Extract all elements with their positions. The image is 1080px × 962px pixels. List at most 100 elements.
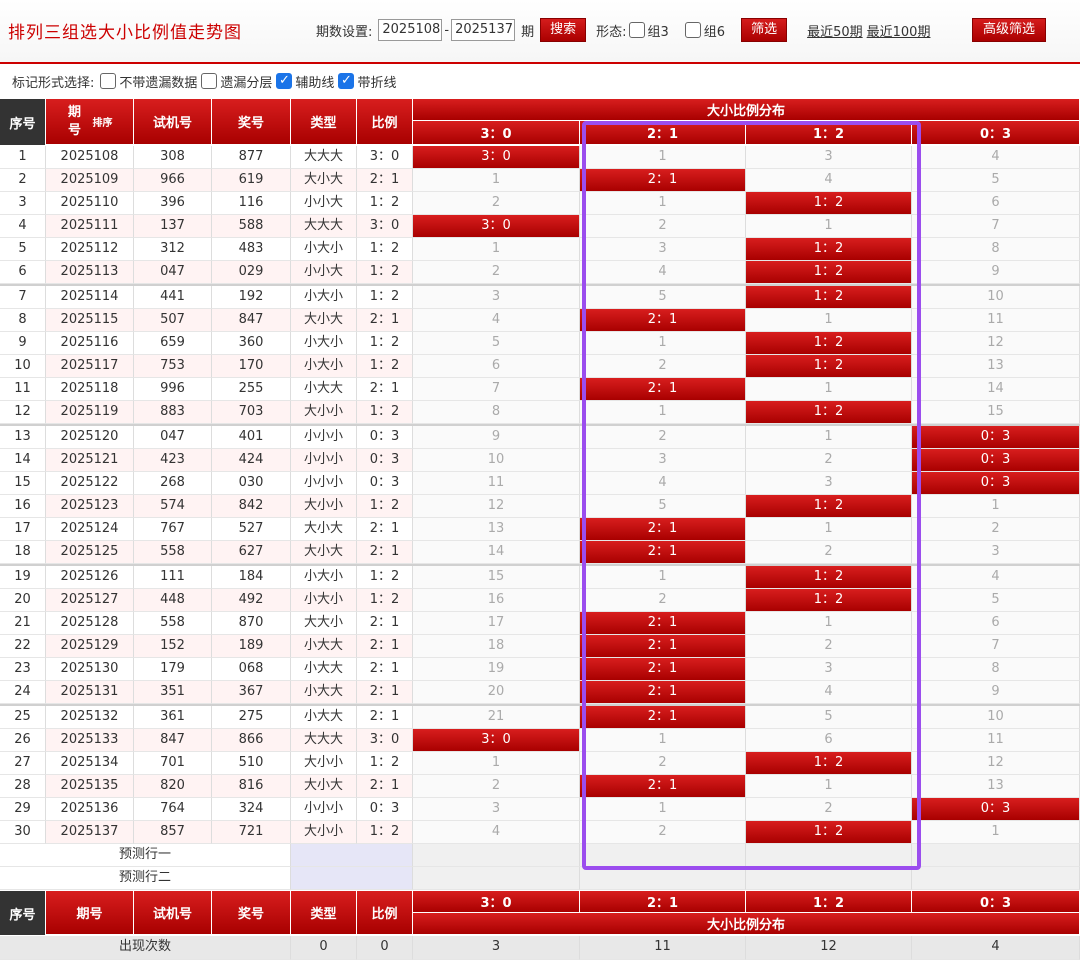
row-test: 574 <box>134 495 212 518</box>
dist-miss-cell: 3 <box>413 798 580 821</box>
predict-row-2[interactable]: 预测行二 <box>0 867 291 890</box>
sort-button[interactable]: 排序 <box>93 114 113 129</box>
option-checkbox-2[interactable]: ✓ <box>276 73 293 89</box>
row-seq: 17 <box>0 518 46 541</box>
dist-miss-cell: 11 <box>413 472 580 495</box>
row-test: 507 <box>134 309 212 332</box>
option-checkbox-1[interactable] <box>201 73 218 89</box>
header-period: 期号 排序 <box>46 99 134 145</box>
dist-miss-cell: 7 <box>413 378 580 401</box>
row-ratio: 1：2 <box>357 821 413 844</box>
dist-miss-cell: 10 <box>912 706 1080 729</box>
row-seq: 27 <box>0 752 46 775</box>
predict-input-area[interactable] <box>291 867 413 890</box>
row-type: 大小大 <box>291 775 357 798</box>
predict-input-area[interactable] <box>291 844 413 867</box>
dist-miss-cell: 5 <box>912 589 1080 612</box>
row-draw: 068 <box>212 658 291 681</box>
dist-miss-cell: 12 <box>912 752 1080 775</box>
period-end-input[interactable]: 2025137 <box>451 19 516 41</box>
row-ratio: 2：1 <box>357 658 413 681</box>
row-seq: 28 <box>0 775 46 798</box>
dist-miss-cell: 1 <box>413 752 580 775</box>
row-ratio: 2：1 <box>357 169 413 192</box>
row-draw: 721 <box>212 821 291 844</box>
option-checkbox-0[interactable] <box>100 73 117 89</box>
predict-cell[interactable] <box>746 867 912 890</box>
dist-miss-cell: 5 <box>580 286 746 309</box>
dist-hit-cell: 0：3 <box>912 472 1080 495</box>
predict-cell[interactable] <box>580 844 746 867</box>
dist-miss-cell: 1 <box>746 309 912 332</box>
row-period: 2025130 <box>46 658 134 681</box>
row-seq: 4 <box>0 215 46 238</box>
count-label: 出现次数 <box>0 936 291 960</box>
search-button[interactable]: 搜索 <box>540 18 587 42</box>
filter-button[interactable]: 筛选 <box>741 18 788 42</box>
row-seq: 13 <box>0 426 46 449</box>
group3-checkbox[interactable] <box>628 22 645 38</box>
dist-miss-cell: 4 <box>413 309 580 332</box>
predict-cell[interactable] <box>413 867 580 890</box>
row-draw: 170 <box>212 355 291 378</box>
dist-miss-cell: 21 <box>413 706 580 729</box>
dist-miss-cell: 17 <box>413 612 580 635</box>
dist-hit-cell: 1：2 <box>746 752 912 775</box>
row-period: 2025123 <box>46 495 134 518</box>
row-draw: 324 <box>212 798 291 821</box>
footer-header-ratio: 比例 <box>357 891 413 935</box>
row-type: 小大大 <box>291 681 357 704</box>
predict-cell[interactable] <box>746 844 912 867</box>
row-draw: 877 <box>212 146 291 169</box>
row-ratio: 2：1 <box>357 635 413 658</box>
group6-checkbox[interactable] <box>684 22 701 38</box>
row-draw: 510 <box>212 752 291 775</box>
dist-miss-cell: 4 <box>580 472 746 495</box>
row-period: 2025115 <box>46 309 134 332</box>
row-draw: 483 <box>212 238 291 261</box>
recent-50-link[interactable]: 最近50期 <box>807 21 863 40</box>
row-draw: 866 <box>212 729 291 752</box>
option-checkbox-3[interactable]: ✓ <box>338 73 355 89</box>
dist-miss-cell: 3 <box>413 286 580 309</box>
dist-hit-cell: 2：1 <box>580 541 746 564</box>
row-test: 448 <box>134 589 212 612</box>
footer-dist-col: 2：1 <box>580 891 746 913</box>
dist-miss-cell: 1 <box>746 378 912 401</box>
row-draw: 029 <box>212 261 291 284</box>
dist-hit-cell: 2：1 <box>580 635 746 658</box>
predict-row-1[interactable]: 预测行一 <box>0 844 291 867</box>
row-draw: 360 <box>212 332 291 355</box>
footer-dist-col: 0：3 <box>912 891 1080 913</box>
dist-miss-cell: 1 <box>580 798 746 821</box>
predict-cell[interactable] <box>580 867 746 890</box>
row-test: 847 <box>134 729 212 752</box>
header-dist: 大小比例分布 <box>413 99 1080 121</box>
footer-header-draw: 奖号 <box>212 891 291 935</box>
predict-cell[interactable] <box>912 844 1080 867</box>
dist-miss-cell: 2 <box>580 355 746 378</box>
predict-cell[interactable] <box>912 867 1080 890</box>
predict-cell[interactable] <box>413 844 580 867</box>
row-draw: 030 <box>212 472 291 495</box>
option-label-1: 遗漏分层 <box>220 75 273 91</box>
header-dist-col: 3：0 <box>413 121 580 145</box>
dist-miss-cell: 2 <box>746 635 912 658</box>
row-type: 小小小 <box>291 798 357 821</box>
dist-hit-cell: 0：3 <box>912 798 1080 821</box>
row-test: 753 <box>134 355 212 378</box>
row-period: 2025128 <box>46 612 134 635</box>
row-draw: 492 <box>212 589 291 612</box>
period-controls: 期数设置: 2025108 - 2025137 期 搜索 形态: 组3 组6 筛… <box>316 18 930 42</box>
row-ratio: 3：0 <box>357 215 413 238</box>
advanced-filter-button[interactable]: 高级筛选 <box>972 18 1047 42</box>
recent-100-link[interactable]: 最近100期 <box>867 21 931 40</box>
dist-miss-cell: 11 <box>912 729 1080 752</box>
row-ratio: 0：3 <box>357 472 413 495</box>
dist-miss-cell: 1 <box>580 146 746 169</box>
row-draw: 847 <box>212 309 291 332</box>
row-seq: 18 <box>0 541 46 564</box>
row-type: 小小小 <box>291 449 357 472</box>
period-start-input[interactable]: 2025108 <box>378 19 443 41</box>
group3-label: 组3 <box>647 24 669 40</box>
